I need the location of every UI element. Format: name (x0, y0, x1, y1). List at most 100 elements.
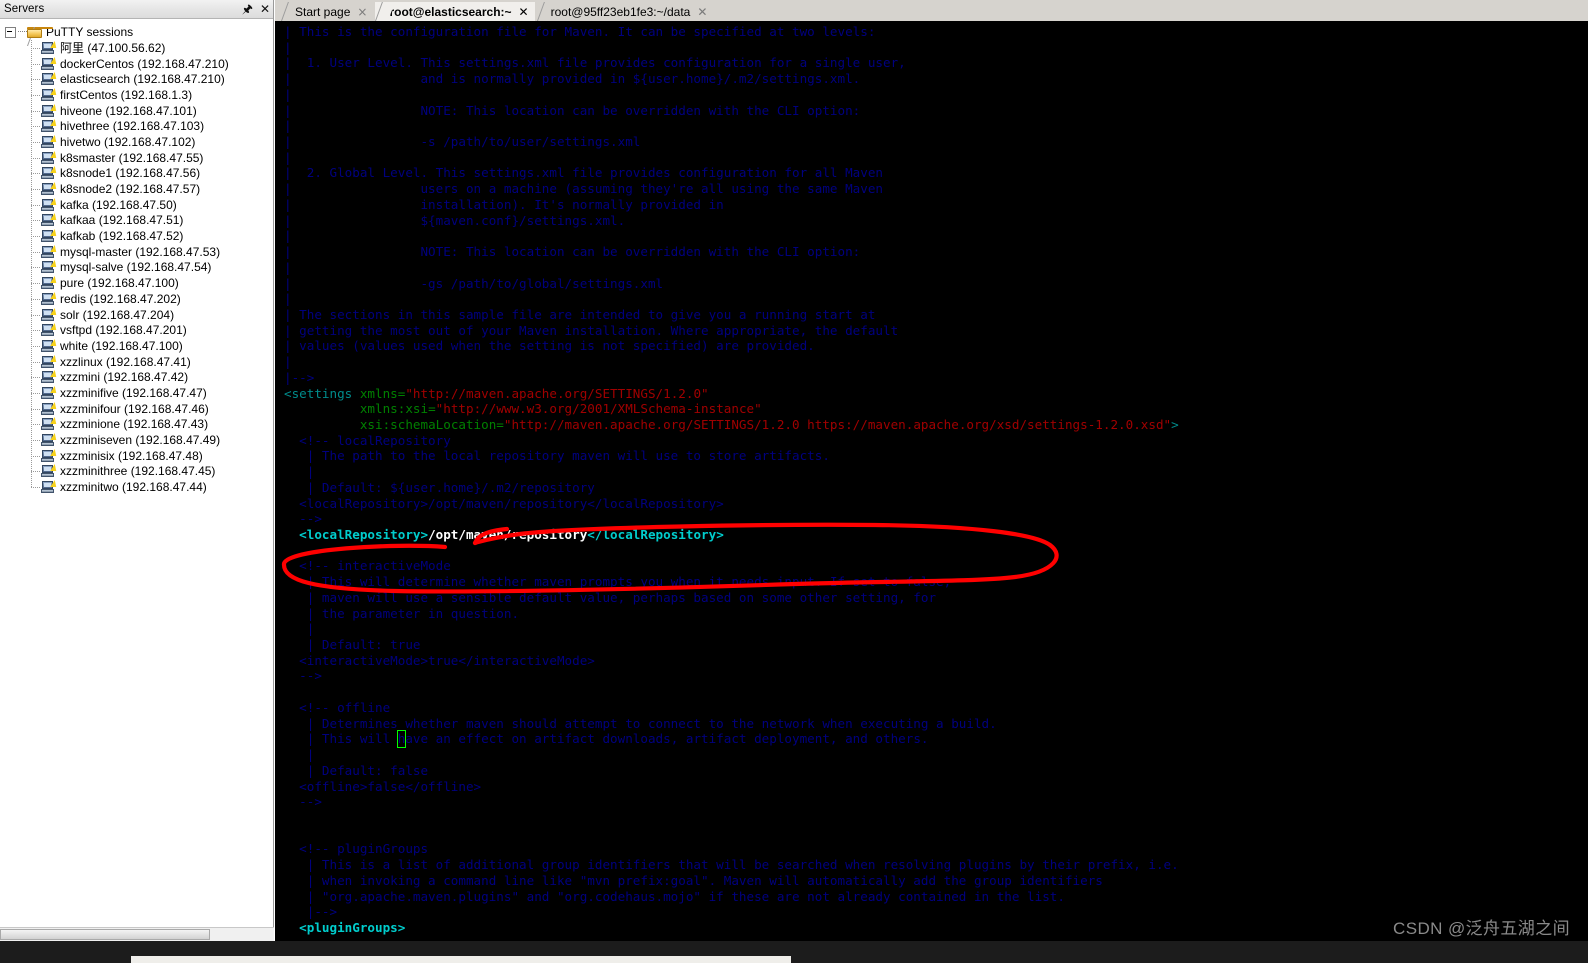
session-item-label: xzzminifour (192.168.47.46) (60, 401, 209, 416)
session-item-阿里[interactable]: 阿里 (47.100.56.62) (0, 40, 273, 56)
session-item-xzzminifour[interactable]: xzzminifour (192.168.47.46) (0, 401, 273, 417)
terminal-line: | This will determine whether maven prom… (284, 574, 1179, 590)
session-item-label: xzzminithree (192.168.47.45) (60, 464, 216, 479)
terminal-line: | the parameter in question. (284, 606, 1179, 622)
computer-icon (41, 260, 58, 274)
terminal-line: <localRepository>/opt/maven/repository</… (284, 496, 1179, 512)
session-item-label: hivethree (192.168.47.103) (60, 119, 205, 134)
terminal-line: <interactiveMode>true</interactiveMode> (284, 653, 1179, 669)
terminal-line: | 2. Global Level. This settings.xml fil… (284, 165, 1179, 181)
terminal-segment: "http://maven.apache.org/SETTINGS/1.2.0" (405, 385, 709, 401)
tree-root-putty-sessions[interactable]: PuTTY sessions (0, 24, 273, 40)
application-window: Servers 🖈 ✕ PuTTY sessions 阿里 (47.100.56… (0, 0, 1588, 963)
computer-icon (41, 385, 58, 400)
terminal-segment: | (284, 354, 292, 370)
session-item-firstCentos[interactable]: firstCentos (192.168.1.3) (0, 87, 273, 103)
computer-icon (41, 401, 58, 416)
terminal-segment: |--> (284, 369, 315, 385)
session-item-xzzminisix[interactable]: xzzminisix (192.168.47.48) (0, 448, 273, 464)
computer-icon (41, 103, 58, 118)
terminal-line: | (284, 150, 1179, 166)
terminal-line: <pluginGroups> (284, 920, 1179, 936)
session-item-hivetwo[interactable]: hivetwo (192.168.47.102) (0, 134, 273, 150)
session-item-hiveone[interactable]: hiveone (192.168.47.101) (0, 103, 273, 119)
session-item-label: kafka (192.168.47.50) (60, 197, 177, 212)
terminal-line: | maven will use a sensible default valu… (284, 590, 1179, 606)
terminal-segment: | maven will use a sensible default valu… (284, 589, 937, 605)
servers-panel-header-buttons: 🖈 ✕ (242, 0, 270, 18)
session-item-k8snode2[interactable]: k8snode2 (192.168.47.57) (0, 181, 273, 197)
scrollbar-thumb[interactable] (0, 929, 210, 940)
terminal-line: | (284, 228, 1179, 244)
session-item-vsftpd[interactable]: vsftpd (192.168.47.201) (0, 322, 273, 338)
session-item-label: redis (192.168.47.202) (60, 291, 181, 306)
session-item-kafkab[interactable]: kafkab (192.168.47.52) (0, 228, 273, 244)
terminal-segment: |--> (284, 904, 338, 920)
terminal-segment: > (1171, 416, 1179, 432)
terminal-segment (284, 417, 360, 432)
bottom-strip (0, 941, 1588, 963)
session-item-hivethree[interactable]: hivethree (192.168.47.103) (0, 118, 273, 134)
terminal-segment: | installation). It's normally provided … (284, 196, 724, 212)
terminal-line: | "org.apache.maven.plugins" and "org.co… (284, 889, 1179, 905)
session-item-mysql-salve[interactable]: mysql-salve (192.168.47.54) (0, 260, 273, 276)
session-item-pure[interactable]: pure (192.168.47.100) (0, 275, 273, 291)
terminal-line: xsi:schemaLocation="http://maven.apache.… (284, 417, 1179, 433)
session-item-elasticsearch[interactable]: elasticsearch (192.168.47.210) (0, 71, 273, 87)
terminal-line: | -s /path/to/user/settings.xml (284, 134, 1179, 150)
servers-panel-horizontal-scrollbar[interactable] (0, 927, 274, 941)
session-item-kafkaa[interactable]: kafkaa (192.168.47.51) (0, 213, 273, 229)
terminal-line: | values (values used when the setting i… (284, 338, 1179, 354)
tab-2[interactable]: root@95ff23eb1fe3:~/data ✕ (536, 2, 714, 21)
terminal-segment: <pluginGroups> (284, 919, 406, 935)
tab-close-icon[interactable]: ✕ (519, 5, 529, 19)
terminal-segment: | "org.apache.maven.plugins" and "org.co… (284, 888, 1065, 904)
terminal-segment: | (284, 39, 292, 55)
close-icon[interactable]: ✕ (260, 3, 270, 15)
session-item-xzzminithree[interactable]: xzzminithree (192.168.47.45) (0, 464, 273, 480)
terminal-segment: </localRepository> (587, 527, 724, 542)
session-item-solr[interactable]: solr (192.168.47.204) (0, 307, 273, 323)
computer-icon (41, 150, 58, 165)
tab-1[interactable]: root@elasticsearch:~ ✕ (375, 2, 535, 21)
session-item-xzzmini[interactable]: xzzmini (192.168.47.42) (0, 369, 273, 385)
terminal-segment: | The sections in this sample file are i… (284, 306, 876, 322)
session-item-label: xzzminifive (192.168.47.47) (60, 385, 207, 400)
session-item-label: vsftpd (192.168.47.201) (60, 323, 187, 338)
tab-close-icon[interactable]: × (357, 5, 367, 19)
putty-sessions-tree: PuTTY sessions 阿里 (47.100.56.62) dockerCe… (0, 19, 273, 495)
session-item-k8snode1[interactable]: k8snode1 (192.168.47.56) (0, 166, 273, 182)
session-item-xzzminitwo[interactable]: xzzminitwo (192.168.47.44) (0, 479, 273, 495)
terminal-segment: xsi:schemaLocation= (359, 416, 504, 432)
computer-icon (41, 276, 58, 290)
terminal-segment: --> (284, 511, 322, 527)
terminal-line: <!-- interactiveMode (284, 558, 1179, 574)
session-item-xzzlinux[interactable]: xzzlinux (192.168.47.41) (0, 354, 273, 370)
session-item-xzzminifive[interactable]: xzzminifive (192.168.47.47) (0, 385, 273, 401)
terminal-line: | when invoking a command line like "mvn… (284, 873, 1179, 889)
terminal-line: | (284, 87, 1179, 103)
tab-0[interactable]: Start page × (281, 2, 374, 21)
collapse-expander-icon[interactable] (5, 26, 16, 38)
terminal-segment: | This is the configuration file for Mav… (284, 24, 876, 39)
terminal-line: | and is normally provided in ${user.hom… (284, 71, 1179, 87)
terminal-segment: /opt/maven/repository (428, 527, 588, 542)
terminal-segment: | Default: true (284, 637, 421, 653)
terminal-line: <!-- localRepository (284, 433, 1179, 449)
session-item-xzzminione[interactable]: xzzminione (192.168.47.43) (0, 417, 273, 433)
terminal-segment: <settings (284, 385, 360, 401)
session-item-kafka[interactable]: kafka (192.168.47.50) (0, 197, 273, 213)
tab-close-icon[interactable]: ✕ (697, 5, 707, 19)
terminal-segment: "http://maven.apache.org/SETTINGS/1.2.0 … (503, 416, 1172, 432)
session-item-k8smaster[interactable]: k8smaster (192.168.47.55) (0, 150, 273, 166)
terminal-segment: | (284, 747, 315, 763)
session-item-xzzminiseven[interactable]: xzzminiseven (192.168.47.49) (0, 432, 273, 448)
pin-icon[interactable]: 🖈 (242, 3, 253, 15)
terminal-line: | This is the configuration file for Mav… (284, 24, 1179, 40)
session-item-mysql-master[interactable]: mysql-master (192.168.47.53) (0, 244, 273, 260)
session-item-white[interactable]: white (192.168.47.100) (0, 338, 273, 354)
terminal-output[interactable]: | This is the configuration file for Mav… (275, 21, 1588, 963)
session-item-dockerCentos[interactable]: dockerCentos (192.168.47.210) (0, 56, 273, 72)
computer-icon (41, 480, 58, 494)
session-item-redis[interactable]: redis (192.168.47.202) (0, 291, 273, 307)
